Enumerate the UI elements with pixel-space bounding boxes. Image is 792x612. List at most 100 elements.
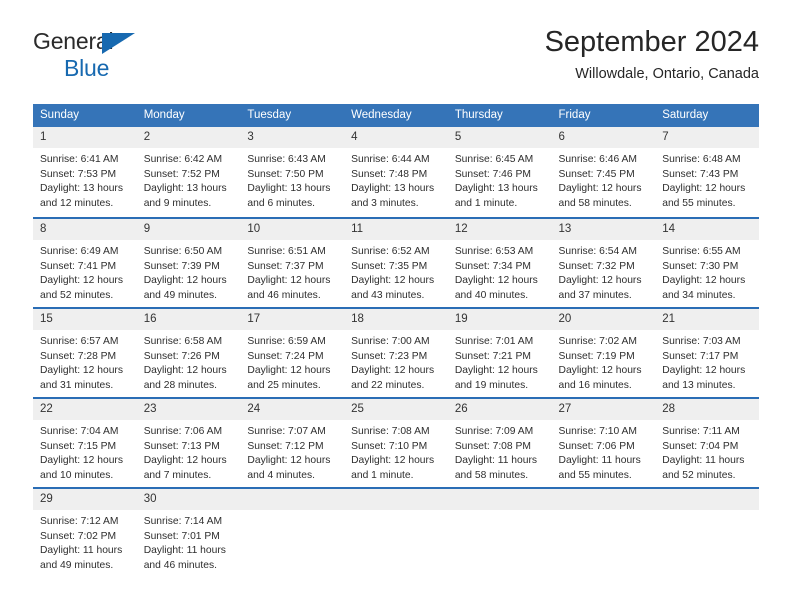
day-number: 27 (551, 397, 656, 420)
day-cell[interactable]: 24 Sunrise: 7:07 AM Sunset: 7:12 PM Dayl… (240, 397, 345, 487)
sunset-text: Sunset: 7:04 PM (662, 440, 739, 452)
daylight-text-line2: and 40 minutes. (454, 289, 529, 301)
day-details: Sunrise: 6:54 AM Sunset: 7:32 PM Dayligh… (552, 240, 656, 303)
day-details: Sunrise: 6:41 AM Sunset: 7:53 PM Dayligh… (33, 148, 137, 211)
day-cell[interactable]: 10 Sunrise: 6:51 AM Sunset: 7:37 PM Dayl… (240, 217, 345, 307)
sunset-text: Sunset: 7:30 PM (662, 260, 739, 272)
daylight-text-line1: Daylight: 11 hours (143, 545, 226, 557)
day-cell[interactable]: 5 Sunrise: 6:45 AM Sunset: 7:46 PM Dayli… (447, 127, 552, 217)
daylight-text-line1: Daylight: 12 hours (143, 455, 227, 467)
sunrise-text: Sunrise: 6:43 AM (247, 154, 326, 165)
daylight-text-line2: and 55 minutes. (662, 197, 736, 209)
day-number: 8 (33, 217, 137, 240)
day-cell[interactable]: 12 Sunrise: 6:53 AM Sunset: 7:34 PM Dayl… (447, 217, 552, 307)
sunrise-text: Sunrise: 7:03 AM (662, 336, 741, 347)
sunset-text: Sunset: 7:26 PM (143, 350, 220, 362)
day-number: 4 (344, 127, 448, 148)
day-cell[interactable]: 30 Sunrise: 7:14 AM Sunset: 7:01 PM Dayl… (136, 487, 241, 577)
day-cell[interactable]: 21 Sunrise: 7:03 AM Sunset: 7:17 PM Dayl… (655, 307, 759, 397)
day-cell-empty (655, 487, 759, 577)
daylight-text-line1: Daylight: 13 hours (143, 183, 227, 195)
day-cell[interactable]: 9 Sunrise: 6:50 AM Sunset: 7:39 PM Dayli… (136, 217, 241, 307)
day-cell[interactable]: 8 Sunrise: 6:49 AM Sunset: 7:41 PM Dayli… (33, 217, 137, 307)
sunset-text: Sunset: 7:23 PM (351, 350, 428, 362)
day-cell[interactable]: 14 Sunrise: 6:55 AM Sunset: 7:30 PM Dayl… (655, 217, 759, 307)
daylight-text-line1: Daylight: 12 hours (40, 275, 123, 287)
day-cell[interactable]: 23 Sunrise: 7:06 AM Sunset: 7:13 PM Dayl… (136, 397, 241, 487)
daylight-text-line1: Daylight: 12 hours (454, 365, 538, 377)
sunrise-text: Sunrise: 7:06 AM (143, 426, 223, 437)
day-cell[interactable]: 3 Sunrise: 6:43 AM Sunset: 7:50 PM Dayli… (240, 127, 345, 217)
day-details: Sunrise: 6:48 AM Sunset: 7:43 PM Dayligh… (655, 148, 759, 211)
sunrise-text: Sunrise: 6:45 AM (454, 154, 534, 165)
day-details: Sunrise: 7:04 AM Sunset: 7:15 PM Dayligh… (33, 420, 137, 483)
daylight-text-line2: and 52 minutes. (40, 289, 114, 301)
day-cell[interactable]: 1 Sunrise: 6:41 AM Sunset: 7:53 PM Dayli… (33, 127, 137, 217)
day-cell[interactable]: 22 Sunrise: 7:04 AM Sunset: 7:15 PM Dayl… (33, 397, 137, 487)
day-cell[interactable]: 17 Sunrise: 6:59 AM Sunset: 7:24 PM Dayl… (240, 307, 345, 397)
day-details: Sunrise: 6:58 AM Sunset: 7:26 PM Dayligh… (137, 330, 241, 393)
day-cell[interactable]: 11 Sunrise: 6:52 AM Sunset: 7:35 PM Dayl… (344, 217, 448, 307)
day-number: 21 (655, 307, 759, 330)
day-cell[interactable]: 2 Sunrise: 6:42 AM Sunset: 7:52 PM Dayli… (136, 127, 241, 217)
daylight-text-line2: and 46 minutes. (143, 559, 217, 571)
daylight-text-line2: and 58 minutes. (558, 197, 632, 209)
day-cell-empty (551, 487, 656, 577)
daylight-text-line1: Daylight: 12 hours (351, 275, 435, 287)
day-cell[interactable]: 19 Sunrise: 7:01 AM Sunset: 7:21 PM Dayl… (447, 307, 552, 397)
sunset-text: Sunset: 7:39 PM (143, 260, 220, 272)
day-number: 2 (136, 127, 241, 148)
logo-text-blue: Blue (64, 55, 110, 81)
daylight-text-line1: Daylight: 12 hours (143, 365, 227, 377)
general-blue-logo[interactable]: General Blue (33, 30, 153, 86)
week-row: 15 Sunrise: 6:57 AM Sunset: 7:28 PM Dayl… (33, 307, 759, 397)
day-details: Sunrise: 7:00 AM Sunset: 7:23 PM Dayligh… (344, 330, 448, 393)
sunrise-text: Sunrise: 7:12 AM (40, 516, 119, 527)
day-cell[interactable]: 28 Sunrise: 7:11 AM Sunset: 7:04 PM Dayl… (655, 397, 759, 487)
sunset-text: Sunset: 7:45 PM (558, 168, 635, 180)
sunset-text: Sunset: 7:50 PM (247, 168, 324, 180)
sunset-text: Sunset: 7:06 PM (558, 440, 635, 452)
day-cell[interactable]: 27 Sunrise: 7:10 AM Sunset: 7:06 PM Dayl… (551, 397, 656, 487)
sunset-text: Sunset: 7:12 PM (247, 440, 324, 452)
daylight-text-line2: and 46 minutes. (247, 289, 321, 301)
day-details: Sunrise: 7:08 AM Sunset: 7:10 PM Dayligh… (344, 420, 448, 483)
day-cell[interactable]: 4 Sunrise: 6:44 AM Sunset: 7:48 PM Dayli… (344, 127, 448, 217)
daylight-text-line1: Daylight: 12 hours (558, 275, 642, 287)
daylight-text-line2: and 49 minutes. (40, 559, 114, 571)
day-cell[interactable]: 26 Sunrise: 7:09 AM Sunset: 7:08 PM Dayl… (447, 397, 552, 487)
day-number: 5 (447, 127, 552, 148)
sunrise-text: Sunrise: 6:51 AM (247, 246, 326, 257)
day-number: 12 (447, 217, 552, 240)
sunrise-text: Sunrise: 6:44 AM (351, 154, 430, 165)
sunrise-text: Sunrise: 7:00 AM (351, 336, 430, 347)
day-number: 6 (551, 127, 656, 148)
day-number: 30 (136, 487, 241, 510)
day-cell[interactable]: 20 Sunrise: 7:02 AM Sunset: 7:19 PM Dayl… (551, 307, 656, 397)
day-cell[interactable]: 13 Sunrise: 6:54 AM Sunset: 7:32 PM Dayl… (551, 217, 656, 307)
day-number: 26 (447, 397, 552, 420)
week-row: 1 Sunrise: 6:41 AM Sunset: 7:53 PM Dayli… (33, 127, 759, 217)
sunset-text: Sunset: 7:28 PM (40, 350, 117, 362)
daylight-text-line1: Daylight: 12 hours (143, 275, 227, 287)
day-cell[interactable]: 18 Sunrise: 7:00 AM Sunset: 7:23 PM Dayl… (344, 307, 448, 397)
day-cell[interactable]: 29 Sunrise: 7:12 AM Sunset: 7:02 PM Dayl… (33, 487, 137, 577)
weekday-header-saturday: Saturday (655, 104, 759, 127)
day-cell[interactable]: 25 Sunrise: 7:08 AM Sunset: 7:10 PM Dayl… (344, 397, 448, 487)
day-cell[interactable]: 6 Sunrise: 6:46 AM Sunset: 7:45 PM Dayli… (551, 127, 656, 217)
day-cell[interactable]: 16 Sunrise: 6:58 AM Sunset: 7:26 PM Dayl… (136, 307, 241, 397)
day-details: Sunrise: 7:06 AM Sunset: 7:13 PM Dayligh… (137, 420, 241, 483)
day-number (551, 487, 656, 510)
sunset-text: Sunset: 7:48 PM (351, 168, 428, 180)
sunrise-text: Sunrise: 6:41 AM (40, 154, 119, 165)
day-number: 29 (33, 487, 137, 510)
day-number: 13 (551, 217, 656, 240)
day-cell[interactable]: 7 Sunrise: 6:48 AM Sunset: 7:43 PM Dayli… (655, 127, 759, 217)
day-cell[interactable]: 15 Sunrise: 6:57 AM Sunset: 7:28 PM Dayl… (33, 307, 137, 397)
daylight-text-line1: Daylight: 12 hours (351, 365, 435, 377)
day-details: Sunrise: 7:14 AM Sunset: 7:01 PM Dayligh… (137, 510, 241, 573)
sunset-text: Sunset: 7:13 PM (143, 440, 220, 452)
day-details: Sunrise: 7:03 AM Sunset: 7:17 PM Dayligh… (655, 330, 759, 393)
day-details: Sunrise: 7:02 AM Sunset: 7:19 PM Dayligh… (552, 330, 656, 393)
sunset-text: Sunset: 7:01 PM (143, 530, 220, 542)
